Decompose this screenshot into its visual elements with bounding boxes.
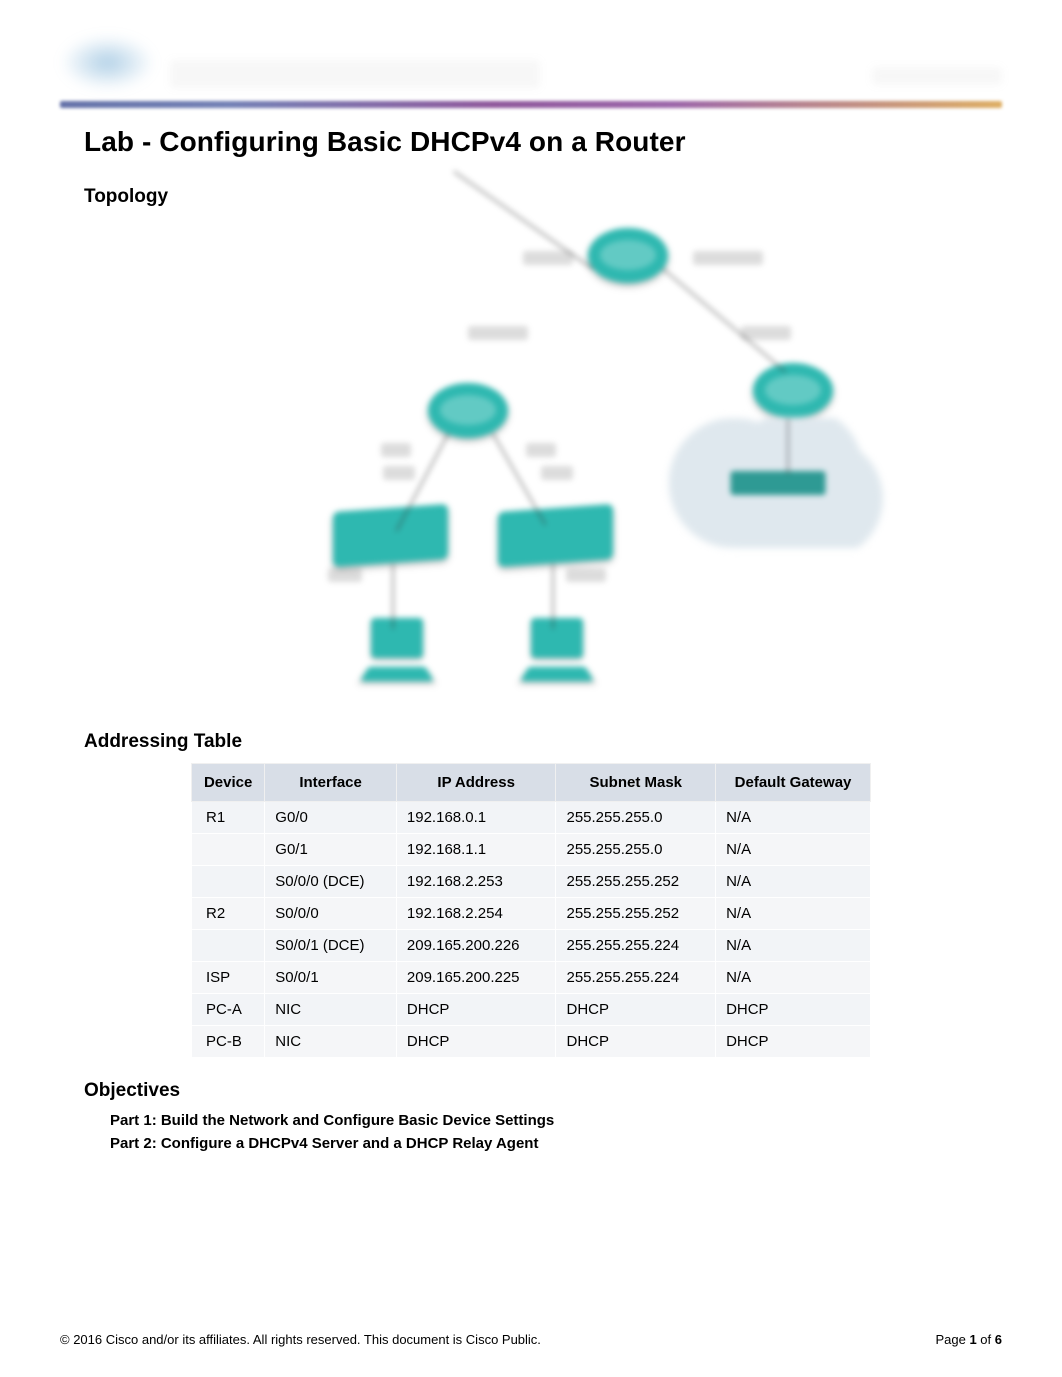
table-cell: 255.255.255.252 bbox=[556, 866, 716, 898]
table-cell: PC-B bbox=[192, 1026, 265, 1058]
table-row: R2S0/0/0192.168.2.254255.255.255.252N/A bbox=[192, 898, 871, 930]
page-footer: © 2016 Cisco and/or its affiliates. All … bbox=[60, 1332, 1002, 1347]
diagram-label bbox=[741, 326, 791, 340]
pc-b-icon bbox=[523, 618, 591, 686]
document-title: Lab - Configuring Basic DHCPv4 on a Rout… bbox=[84, 126, 1002, 158]
table-cell: DHCP bbox=[716, 1026, 871, 1058]
table-cell: N/A bbox=[716, 834, 871, 866]
table-cell: 255.255.255.0 bbox=[556, 802, 716, 834]
switch-s1-icon bbox=[333, 504, 448, 567]
diagram-label bbox=[523, 251, 573, 265]
diagram-label bbox=[693, 251, 763, 265]
table-cell: DHCP bbox=[556, 994, 716, 1026]
objectives-heading: Objectives bbox=[84, 1080, 1002, 1102]
table-row: R1G0/0192.168.0.1255.255.255.0N/A bbox=[192, 802, 871, 834]
table-cell: N/A bbox=[716, 962, 871, 994]
topology-diagram bbox=[84, 218, 1002, 713]
table-cell: N/A bbox=[716, 930, 871, 962]
addressing-table: Device Interface IP Address Subnet Mask … bbox=[191, 763, 871, 1058]
col-ip: IP Address bbox=[396, 764, 556, 802]
diagram-label bbox=[328, 568, 362, 582]
page-number: Page 1 of 6 bbox=[935, 1332, 1002, 1347]
table-row: S0/0/1 (DCE)209.165.200.226255.255.255.2… bbox=[192, 930, 871, 962]
link-line bbox=[787, 419, 789, 474]
col-device: Device bbox=[192, 764, 265, 802]
topology-heading: Topology bbox=[84, 186, 1002, 208]
router-r2-icon bbox=[588, 228, 668, 283]
table-cell: ISP bbox=[192, 962, 265, 994]
table-cell: DHCP bbox=[396, 1026, 556, 1058]
objective-item: Part 1: Build the Network and Configure … bbox=[110, 1112, 1002, 1129]
table-cell: 209.165.200.226 bbox=[396, 930, 556, 962]
pc-a-icon bbox=[363, 618, 431, 686]
table-row: G0/1192.168.1.1255.255.255.0N/A bbox=[192, 834, 871, 866]
diagram-label bbox=[541, 466, 573, 480]
table-cell: 192.168.2.253 bbox=[396, 866, 556, 898]
objectives-list: Part 1: Build the Network and Configure … bbox=[110, 1112, 1002, 1152]
table-cell: DHCP bbox=[716, 994, 871, 1026]
objective-item: Part 2: Configure a DHCPv4 Server and a … bbox=[110, 1135, 1002, 1152]
copyright-text: © 2016 Cisco and/or its affiliates. All … bbox=[60, 1332, 541, 1347]
table-cell: PC-A bbox=[192, 994, 265, 1026]
table-cell: R2 bbox=[192, 898, 265, 930]
table-cell bbox=[192, 834, 265, 866]
table-cell: N/A bbox=[716, 802, 871, 834]
table-row: PC-ANICDHCPDHCPDHCP bbox=[192, 994, 871, 1026]
col-gateway: Default Gateway bbox=[716, 764, 871, 802]
document-header bbox=[60, 35, 1002, 95]
link-line bbox=[662, 268, 786, 372]
addressing-table-heading: Addressing Table bbox=[84, 731, 1002, 753]
link-line bbox=[552, 564, 554, 629]
table-cell: 255.255.255.252 bbox=[556, 898, 716, 930]
table-cell: 192.168.2.254 bbox=[396, 898, 556, 930]
diagram-label bbox=[468, 326, 528, 340]
table-cell bbox=[192, 930, 265, 962]
table-cell: G0/1 bbox=[265, 834, 397, 866]
table-row: S0/0/0 (DCE)192.168.2.253255.255.255.252… bbox=[192, 866, 871, 898]
table-cell: S0/0/0 (DCE) bbox=[265, 866, 397, 898]
table-row: PC-BNICDHCPDHCPDHCP bbox=[192, 1026, 871, 1058]
table-cell: S0/0/1 (DCE) bbox=[265, 930, 397, 962]
table-cell: 255.255.255.0 bbox=[556, 834, 716, 866]
diagram-label bbox=[526, 443, 556, 457]
switch-s2-icon bbox=[498, 504, 613, 567]
table-cell: DHCP bbox=[556, 1026, 716, 1058]
table-cell: 209.165.200.225 bbox=[396, 962, 556, 994]
table-row: ISPS0/0/1209.165.200.225255.255.255.224N… bbox=[192, 962, 871, 994]
header-right-text bbox=[872, 67, 1002, 85]
diagram-label bbox=[381, 443, 411, 457]
table-cell: 255.255.255.224 bbox=[556, 930, 716, 962]
cisco-logo bbox=[60, 35, 155, 90]
table-cell: N/A bbox=[716, 866, 871, 898]
table-cell: G0/0 bbox=[265, 802, 397, 834]
header-divider bbox=[60, 101, 1002, 108]
table-cell: S0/0/0 bbox=[265, 898, 397, 930]
router-r1-icon bbox=[428, 383, 508, 438]
table-cell: 192.168.0.1 bbox=[396, 802, 556, 834]
table-cell: DHCP bbox=[396, 994, 556, 1026]
diagram-label bbox=[383, 466, 415, 480]
table-cell: N/A bbox=[716, 898, 871, 930]
table-cell: S0/0/1 bbox=[265, 962, 397, 994]
table-cell: NIC bbox=[265, 994, 397, 1026]
internet-label bbox=[731, 471, 826, 495]
table-header-row: Device Interface IP Address Subnet Mask … bbox=[192, 764, 871, 802]
diagram-label bbox=[566, 568, 606, 582]
table-cell bbox=[192, 866, 265, 898]
link-line bbox=[392, 564, 394, 629]
table-cell: 192.168.1.1 bbox=[396, 834, 556, 866]
table-cell: R1 bbox=[192, 802, 265, 834]
table-cell: NIC bbox=[265, 1026, 397, 1058]
table-cell: 255.255.255.224 bbox=[556, 962, 716, 994]
router-isp-icon bbox=[753, 363, 833, 418]
internet-cloud-icon bbox=[668, 418, 888, 548]
col-interface: Interface bbox=[265, 764, 397, 802]
header-center-text bbox=[170, 60, 540, 88]
col-mask: Subnet Mask bbox=[556, 764, 716, 802]
